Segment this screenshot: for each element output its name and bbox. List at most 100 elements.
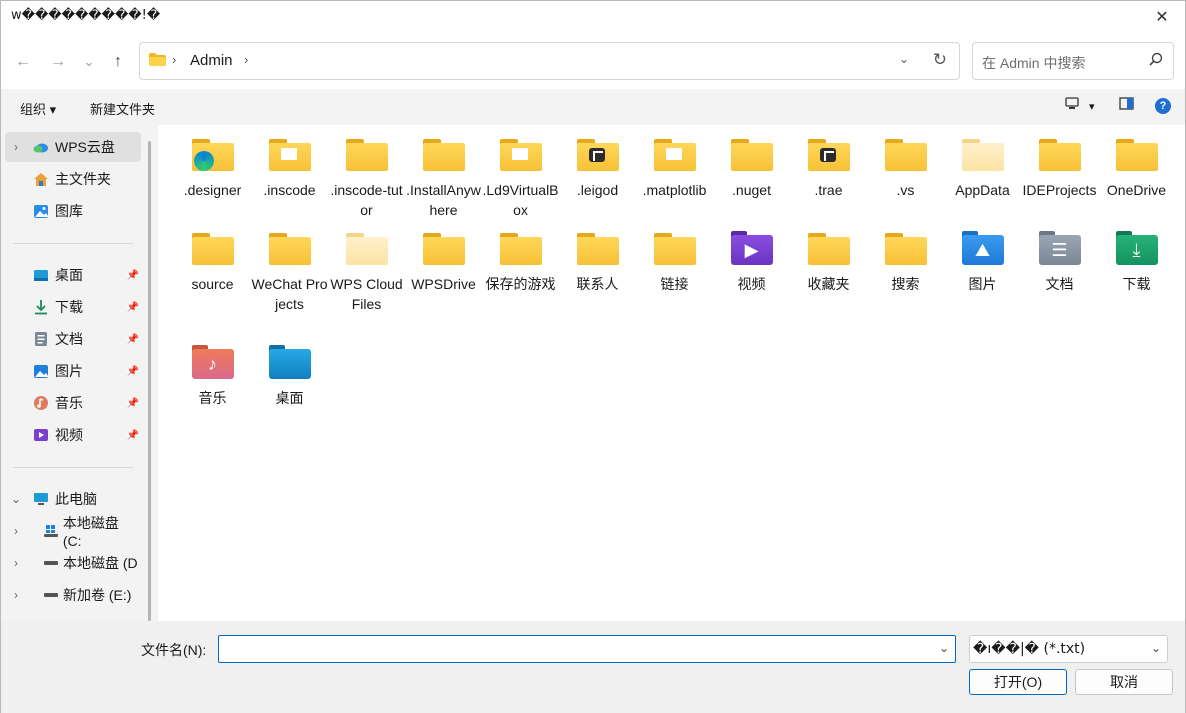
preview-pane-icon[interactable] bbox=[1119, 97, 1134, 113]
folder-icon bbox=[1037, 135, 1083, 175]
filename-field[interactable]: ⌄ bbox=[218, 635, 956, 663]
file-item[interactable]: .inscode bbox=[252, 135, 327, 200]
sidebar-item-drive-d[interactable]: › 本地磁盘 (D bbox=[5, 548, 141, 578]
file-item[interactable]: .InstallAnywhere bbox=[406, 135, 481, 220]
close-icon[interactable]: ✕ bbox=[1139, 1, 1185, 33]
sidebar-item-label: WPS云盘 bbox=[55, 139, 115, 155]
collapse-chevron-icon[interactable]: ⌄ bbox=[5, 492, 27, 506]
file-item[interactable]: 链接 bbox=[637, 229, 712, 294]
sidebar-item-label: 图库 bbox=[55, 203, 83, 219]
file-item[interactable]: .leigod bbox=[560, 135, 635, 200]
file-item[interactable]: ♪ 音乐 bbox=[175, 343, 250, 408]
filetype-dropdown-icon[interactable]: ⌄ bbox=[1151, 641, 1161, 655]
sidebar-scrollbar[interactable] bbox=[148, 141, 151, 621]
address-dropdown-icon[interactable]: ⌄ bbox=[899, 52, 909, 66]
sidebar-item-wps-cloud[interactable]: › WPS云盘 bbox=[5, 132, 141, 162]
up-arrow-icon[interactable]: ↑ bbox=[105, 49, 131, 75]
filetype-value: �ı��|� (*.txt) bbox=[973, 641, 1086, 657]
file-item[interactable]: source bbox=[175, 229, 250, 294]
file-item-label: 桌面 bbox=[275, 390, 304, 406]
filetype-select[interactable]: �ı��|� (*.txt) ⌄ bbox=[969, 635, 1168, 663]
breadcrumb-chevron-icon[interactable]: › bbox=[172, 52, 176, 67]
search-input[interactable]: 在 Admin 中搜索 bbox=[972, 42, 1174, 80]
file-item[interactable]: AppData bbox=[945, 135, 1020, 200]
view-dropdown-icon[interactable]: ▾ bbox=[1089, 100, 1095, 113]
file-item[interactable]: .vs bbox=[868, 135, 943, 200]
file-item[interactable]: 联系人 bbox=[560, 229, 635, 294]
file-item[interactable]: IDEProjects bbox=[1022, 135, 1097, 200]
file-item-label: .trae bbox=[814, 182, 843, 198]
help-icon[interactable]: ? bbox=[1155, 98, 1171, 114]
file-item[interactable]: .nuget bbox=[714, 135, 789, 200]
file-item[interactable]: .designer bbox=[175, 135, 250, 200]
sidebar-item-documents[interactable]: 文档 📌 bbox=[5, 324, 141, 354]
expand-chevron-icon[interactable]: › bbox=[5, 140, 27, 154]
file-item[interactable]: WPS Cloud Files bbox=[329, 229, 404, 314]
sidebar-item-downloads[interactable]: 下载 📌 bbox=[5, 292, 141, 322]
folder-icon bbox=[652, 229, 698, 269]
command-bar: 组织 ▾ 新建文件夹 ▾ ? bbox=[1, 89, 1185, 125]
pin-icon[interactable]: 📌 bbox=[127, 302, 139, 313]
file-item[interactable]: .matplotlib bbox=[637, 135, 712, 200]
file-item[interactable]: .Ld9VirtualBox bbox=[483, 135, 559, 220]
pictures-folder-icon: ⛰ bbox=[960, 229, 1006, 269]
pin-icon[interactable]: 📌 bbox=[127, 270, 139, 281]
sidebar-item-pictures[interactable]: 图片 📌 bbox=[5, 356, 141, 386]
pin-icon[interactable]: 📌 bbox=[127, 398, 139, 409]
expand-chevron-icon[interactable]: › bbox=[5, 556, 27, 570]
file-item[interactable]: 桌面 bbox=[252, 343, 327, 408]
window-title: w���������!� bbox=[11, 8, 161, 23]
back-arrow-icon[interactable]: ← bbox=[10, 49, 36, 75]
file-item[interactable]: ▶ 视频 bbox=[714, 229, 789, 294]
pin-icon[interactable]: 📌 bbox=[127, 334, 139, 345]
file-item-label: IDEProjects bbox=[1022, 182, 1097, 198]
breadcrumb-admin[interactable]: Admin bbox=[190, 52, 233, 69]
file-item-label: AppData bbox=[955, 182, 1010, 198]
new-folder-button[interactable]: 新建文件夹 bbox=[90, 99, 155, 118]
dialog-footer: 文件名(N): ⌄ �ı��|� (*.txt) ⌄ 打开(O) 取消 bbox=[1, 621, 1185, 713]
search-placeholder: 在 Admin 中搜索 bbox=[982, 55, 1086, 71]
file-item[interactable]: OneDrive bbox=[1099, 135, 1174, 200]
file-item[interactable]: WPSDrive bbox=[406, 229, 481, 294]
refresh-icon[interactable]: ↻ bbox=[933, 50, 947, 70]
pin-icon[interactable]: 📌 bbox=[127, 366, 139, 377]
sidebar-item-drive-e[interactable]: › 新加卷 (E:) bbox=[5, 580, 141, 610]
file-item-label: source bbox=[191, 276, 234, 292]
folder-icon bbox=[575, 229, 621, 269]
view-icon[interactable] bbox=[1065, 97, 1079, 113]
file-item[interactable]: 搜索 bbox=[868, 229, 943, 294]
file-item[interactable]: 收藏夹 bbox=[791, 229, 866, 294]
filename-dropdown-icon[interactable]: ⌄ bbox=[939, 641, 949, 655]
file-item[interactable]: ⤓ 下载 bbox=[1099, 229, 1174, 294]
sidebar-item-drive-c[interactable]: › 本地磁盘 (C: bbox=[5, 515, 141, 549]
file-item[interactable]: .inscode-tutor bbox=[329, 135, 404, 220]
pin-icon[interactable]: 📌 bbox=[127, 430, 139, 441]
file-item[interactable]: WeChat Projects bbox=[252, 229, 328, 314]
sidebar-item-home[interactable]: 主文件夹 bbox=[5, 164, 141, 194]
sidebar-item-music[interactable]: 音乐 📌 bbox=[5, 388, 141, 418]
file-item-label: 图片 bbox=[968, 276, 997, 292]
cancel-button[interactable]: 取消 bbox=[1075, 669, 1173, 695]
file-item[interactable]: ⛰ 图片 bbox=[945, 229, 1020, 294]
expand-chevron-icon[interactable]: › bbox=[5, 524, 27, 538]
music-icon bbox=[33, 395, 49, 411]
address-bar[interactable]: › Admin › ⌄ ↻ bbox=[139, 42, 960, 80]
file-item[interactable]: .trae bbox=[791, 135, 866, 200]
breadcrumb-chevron-icon[interactable]: › bbox=[244, 52, 248, 67]
sidebar-item-label: 主文件夹 bbox=[55, 171, 111, 187]
sidebar-item-desktop[interactable]: 桌面 📌 bbox=[5, 260, 141, 290]
organize-button[interactable]: 组织 ▾ bbox=[20, 99, 56, 118]
open-button[interactable]: 打开(O) bbox=[969, 669, 1067, 695]
music-folder-icon: ♪ bbox=[190, 343, 236, 383]
file-item-label: WPSDrive bbox=[411, 276, 476, 292]
sidebar-item-this-pc[interactable]: ⌄ 此电脑 bbox=[5, 484, 141, 514]
folder-icon bbox=[421, 229, 467, 269]
forward-arrow-icon[interactable]: → bbox=[45, 49, 71, 75]
recent-locations-chevron-icon[interactable]: ⌄ bbox=[76, 49, 102, 75]
folder-icon bbox=[498, 135, 544, 175]
file-item[interactable]: ☰ 文档 bbox=[1022, 229, 1097, 294]
expand-chevron-icon[interactable]: › bbox=[5, 588, 27, 602]
file-item[interactable]: 保存的游戏 bbox=[483, 229, 558, 294]
sidebar-item-videos[interactable]: 视频 📌 bbox=[5, 420, 141, 450]
sidebar-item-gallery[interactable]: 图库 bbox=[5, 196, 141, 226]
